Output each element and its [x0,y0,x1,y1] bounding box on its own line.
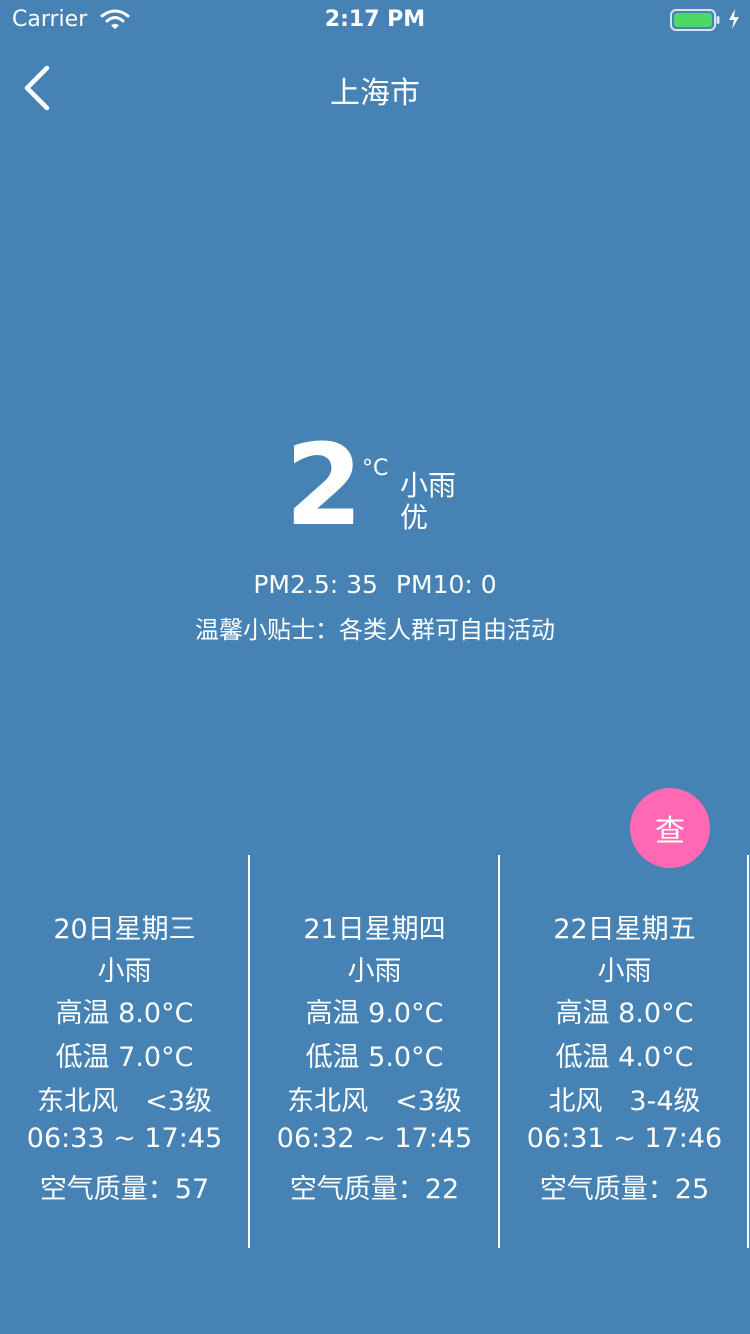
forecast-high: 高温 9.0°C [305,998,444,1029]
charging-bolt-icon [728,9,740,35]
pm-readings: PM2.5: 35 PM10: 0 [0,570,750,599]
forecast-date: 22日星期五 [553,914,696,945]
forecast-condition: 小雨 [347,956,402,987]
forecast-condition: 小雨 [597,956,652,987]
status-bar: Carrier 2:17 PM [0,0,750,40]
forecast-low: 低温 7.0°C [55,1042,194,1073]
forecast-sun-times: 06:33 ~ 17:45 [26,1123,223,1154]
forecast-sun-times: 06:32 ~ 17:45 [276,1123,473,1154]
forecast-high: 高温 8.0°C [555,998,694,1029]
query-button-label: 查 [655,814,685,849]
forecast-card: 22日星期五 小雨 高温 8.0°C 低温 4.0°C 北风 3-4级 06:3… [500,855,749,1250]
status-time: 2:17 PM [324,7,426,32]
forecast-low: 低温 4.0°C [555,1042,694,1073]
forecast-high: 高温 8.0°C [55,998,194,1029]
forecast-card: 21日星期四 小雨 高温 9.0°C 低温 5.0°C 东北风 <3级 06:3… [250,855,499,1250]
forecast-divider [747,855,749,1248]
forecast-air-quality: 空气质量：25 [539,1174,710,1205]
temperature-unit: °C [362,456,389,481]
current-temperature: 2 [285,421,363,551]
pm10-reading: PM10: 0 [395,570,497,599]
health-tip: 温馨小贴士：各类人群可自由活动 [195,616,555,644]
forecast-condition: 小雨 [97,956,152,987]
forecast-date: 20日星期三 [53,914,196,945]
pm25-reading: PM2.5: 35 [253,570,378,599]
forecast-wind: 东北风 <3级 [37,1086,212,1117]
forecast-list: 20日星期三 小雨 高温 8.0°C 低温 7.0°C 东北风 <3级 06:3… [0,855,750,1250]
air-quality-level: 优 [400,501,429,534]
forecast-sun-times: 06:31 ~ 17:46 [526,1123,723,1154]
page-title: 上海市 [330,76,420,111]
forecast-wind: 北风 3-4级 [548,1086,701,1117]
navigation-bar: 上海市 [0,40,750,130]
forecast-air-quality: 空气质量：22 [289,1174,460,1205]
forecast-wind: 东北风 <3级 [287,1086,462,1117]
battery-icon [670,9,720,37]
forecast-low: 低温 5.0°C [305,1042,444,1073]
forecast-air-quality: 空气质量：57 [39,1174,210,1205]
forecast-card: 20日星期三 小雨 高温 8.0°C 低温 7.0°C 东北风 <3级 06:3… [0,855,249,1250]
forecast-date: 21日星期四 [303,914,446,945]
